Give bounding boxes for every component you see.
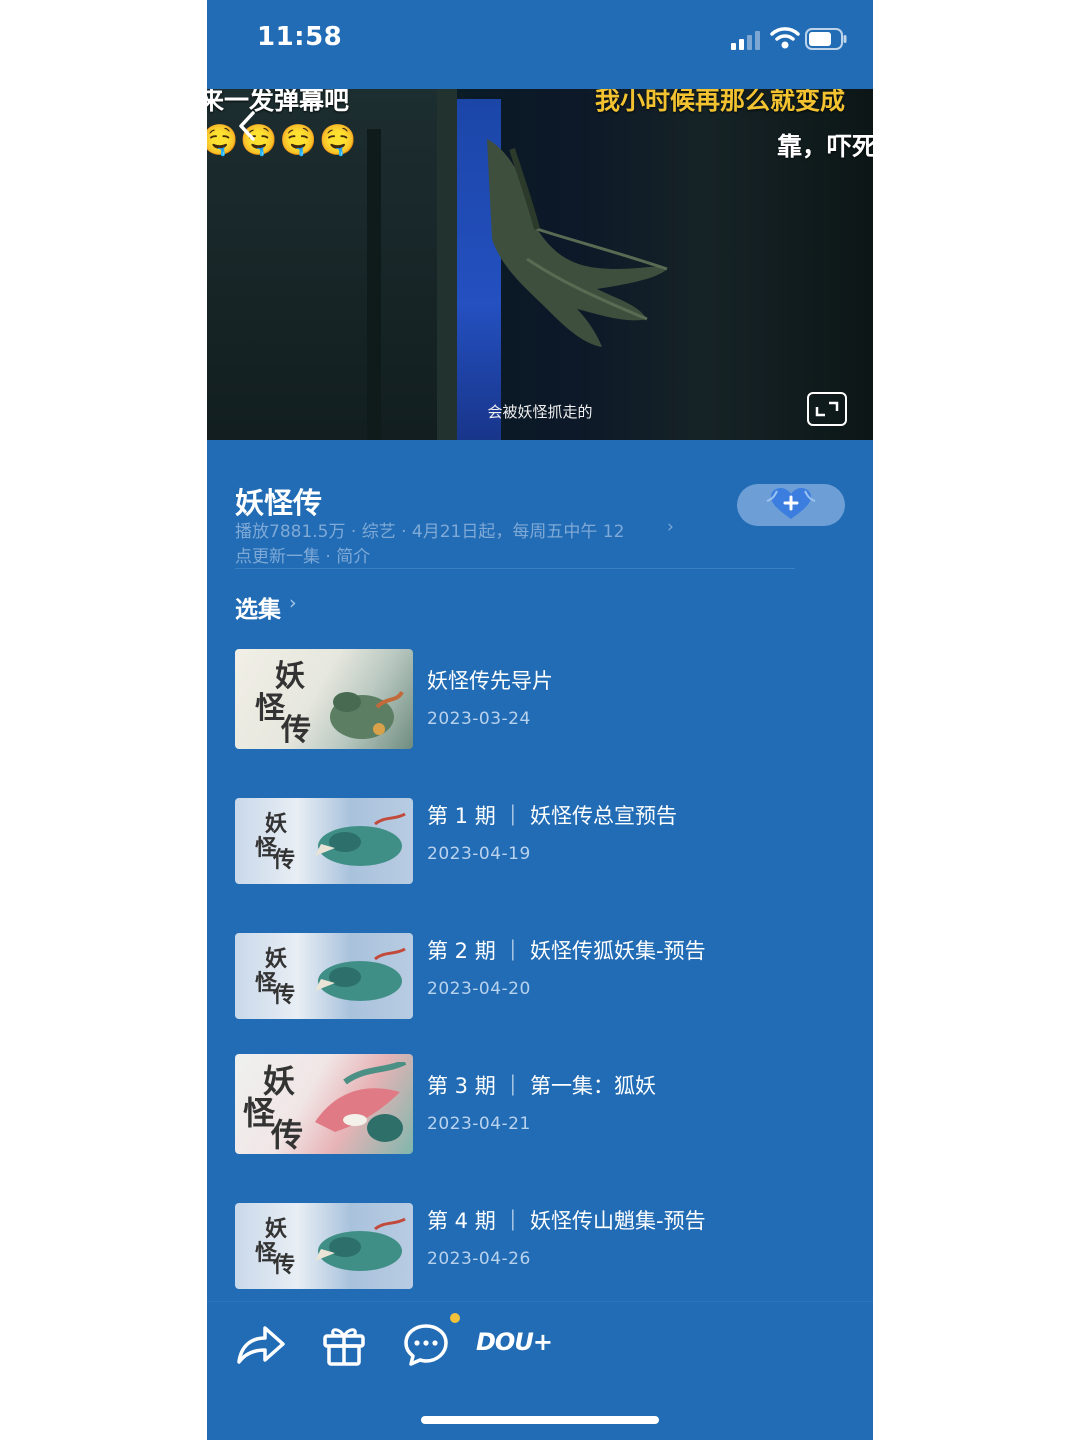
status-time: 11:58 [257,22,343,52]
episode-date: 2023-04-20 [427,979,531,999]
chevron-right-icon[interactable]: › [289,592,297,614]
episode-item[interactable]: 妖 怪 传 第 4 期 ｜ 妖怪传山魈集-预告 2023-04-26 [235,1189,845,1289]
divider [235,568,795,569]
video-subtitle: 会被妖怪抓走的 [487,403,593,421]
episode-thumbnail: 妖 怪 传 [235,933,413,1019]
danmu-comment: 来一发弹幕吧 [207,89,350,115]
show-meta[interactable]: 播放7881.5万 · 综艺 · 4月21日起，每周五中午 12 [235,517,624,542]
video-player[interactable]: 来一发弹幕吧 我小时候再那么就变成 靠，吓死 🤤🤤🤤🤤 会被妖怪抓走的 [207,89,873,440]
favorite-button[interactable] [737,484,845,526]
battery-icon [805,28,847,50]
episode-item[interactable]: 妖 怪 传 第 2 期 ｜ 妖怪传狐妖集-预告 2023-04-20 [235,919,845,1019]
episode-thumbnail: 妖 怪 传 [235,798,413,884]
episode-item[interactable]: 妖 怪 传 第 3 期 ｜ 第一集：狐妖 2023-04-21 [235,1054,845,1154]
fullscreen-icon[interactable] [807,392,847,426]
status-bar: 11:58 [207,0,873,88]
back-arrow-icon[interactable] [235,109,261,143]
episode-item[interactable]: 妖 怪 传 妖怪传先导片 2023-03-24 [235,649,845,749]
monster-hand-image [487,139,668,347]
gift-icon[interactable] [321,1322,367,1368]
share-icon[interactable] [235,1322,287,1368]
episode-title: 第 3 期 ｜ 第一集：狐妖 [427,1074,657,1098]
home-indicator[interactable] [421,1416,659,1424]
chevron-right-icon[interactable]: › [667,517,674,537]
episode-title: 第 4 期 ｜ 妖怪传山魈集-预告 [427,1209,706,1233]
favorite-heart-icon [766,488,816,519]
notification-dot [450,1313,460,1323]
episode-title: 第 1 期 ｜ 妖怪传总宣预告 [427,804,678,828]
episodes-section-title[interactable]: 选集 [235,590,281,624]
phone-screen: 11:58 来一发弹幕吧 我小时候再那么就变成 靠，吓死 🤤🤤🤤🤤 会被妖怪抓走… [207,0,873,1440]
episode-title: 第 2 期 ｜ 妖怪传狐妖集-预告 [427,939,706,963]
wifi-icon [770,27,800,49]
episode-date: 2023-04-21 [427,1114,531,1134]
signal-icon [731,31,760,50]
episode-thumbnail: 妖 怪 传 [235,649,413,749]
episode-date: 2023-04-19 [427,844,531,864]
dou-plus-button[interactable]: DOU+ [476,1328,553,1356]
episode-thumbnail: 妖 怪 传 [235,1203,413,1289]
comment-icon[interactable] [403,1322,449,1368]
danmu-comment: 我小时候再那么就变成 [595,89,846,115]
show-title: 妖怪传 [235,486,323,520]
episode-title: 妖怪传先导片 [427,669,553,693]
episode-item[interactable]: 妖 怪 传 第 1 期 ｜ 妖怪传总宣预告 2023-04-19 [235,784,845,884]
show-meta-continued[interactable]: 点更新一集 · 简介 [235,542,370,567]
episode-thumbnail: 妖 怪 传 [235,1054,413,1154]
episode-date: 2023-04-26 [427,1249,531,1269]
danmu-emojis: 🤤🤤🤤🤤 [207,123,359,158]
danmu-comment: 靠，吓死 [777,132,873,161]
episode-date: 2023-03-24 [427,709,531,729]
